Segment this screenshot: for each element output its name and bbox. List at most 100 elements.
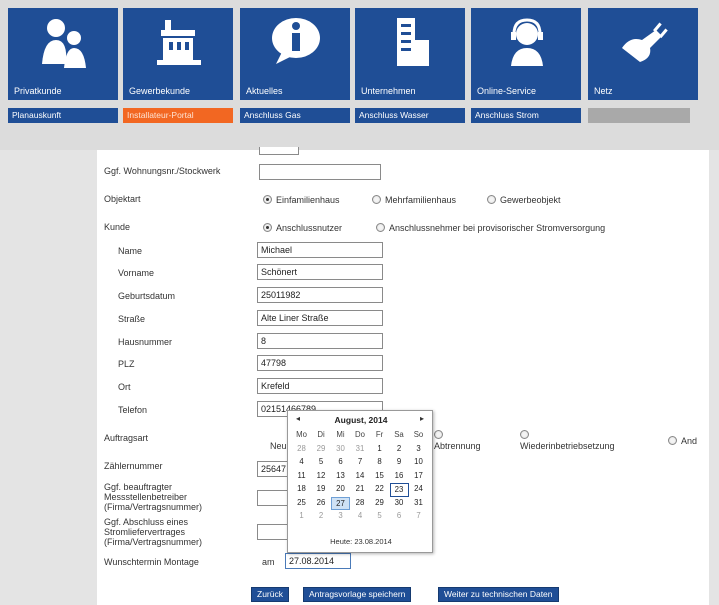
calendar-day[interactable]: 15: [370, 470, 389, 484]
calendar-day[interactable]: 17: [409, 470, 428, 484]
tab-planauskunft[interactable]: Planauskunft: [8, 108, 118, 123]
calendar-day[interactable]: 26: [312, 497, 331, 511]
save-draft-button[interactable]: Antragsvorlage speichern: [303, 587, 412, 602]
nav-tile-unternehmen[interactable]: Unternehmen: [355, 8, 465, 100]
nav-tile-label: Gewerbekunde: [129, 86, 191, 96]
calendar-day[interactable]: 30: [390, 497, 409, 511]
next-month-button[interactable]: ▸: [420, 414, 424, 423]
wohnung-input[interactable]: [259, 164, 381, 180]
objektart-label: Objektart: [104, 194, 141, 204]
objektart-option-label: Mehrfamilienhaus: [385, 195, 457, 205]
next-step-button[interactable]: Weiter zu technischen Daten: [438, 587, 559, 602]
calendar-day[interactable]: 23: [389, 483, 409, 497]
wunschtermin-input[interactable]: 27.08.2014: [285, 553, 351, 569]
calendar-day[interactable]: 3: [409, 443, 428, 457]
date-picker: ◂ August, 2014 ▸ Mo Di Mi Do Fr Sa So 28 29 30 31 1…: [287, 410, 433, 553]
calendar-day[interactable]: 10: [409, 456, 428, 470]
calendar-day[interactable]: 30: [331, 443, 350, 457]
calendar-day[interactable]: 31: [409, 497, 428, 511]
calendar-day[interactable]: 5: [312, 456, 331, 470]
calendar-day[interactable]: 7: [409, 510, 428, 524]
nav-tile-netz[interactable]: Netz: [588, 8, 698, 100]
plug-icon: [622, 22, 668, 62]
objektart-option-label: Einfamilienhaus: [276, 195, 340, 205]
wohnung-label: Ggf. Wohnungsnr./Stockwerk: [104, 166, 221, 176]
calendar-day[interactable]: 2: [312, 510, 331, 524]
calendar-day[interactable]: 28: [292, 443, 311, 457]
calendar-day[interactable]: 29: [312, 443, 331, 457]
tab-anschluss-strom[interactable]: Anschluss Strom: [471, 108, 581, 123]
auftragsart-option-andere: And: [681, 436, 698, 446]
calendar-day[interactable]: 4: [292, 456, 311, 470]
calendar-day[interactable]: 28: [351, 497, 370, 511]
calendar-day[interactable]: 13: [331, 470, 350, 484]
nav-tile-privatkunde[interactable]: Privatkunde: [8, 8, 118, 100]
calendar-day[interactable]: 1: [370, 443, 389, 457]
nav-tile-gewerbekunde[interactable]: Gewerbekunde: [123, 8, 233, 100]
calendar-day[interactable]: 9: [390, 456, 409, 470]
calendar-day[interactable]: 27: [331, 496, 350, 510]
calendar-day[interactable]: 18: [292, 483, 311, 497]
objektart-radio-einfamilienhaus[interactable]: [263, 195, 272, 204]
office-tower-icon: [397, 18, 429, 66]
calendar-day[interactable]: 14: [351, 470, 370, 484]
nav-tile-aktuelles[interactable]: Aktuelles: [240, 8, 350, 100]
calendar-day[interactable]: 20: [331, 483, 350, 497]
name-label: Name: [118, 246, 143, 256]
calendar-day[interactable]: 4: [351, 510, 370, 524]
objektart-radio-mehrfamilienhaus[interactable]: [372, 195, 381, 204]
kunde-label: Kunde: [104, 222, 131, 232]
tab-anschluss-wasser[interactable]: Anschluss Wasser: [355, 108, 465, 123]
strasse-input[interactable]: Alte Liner Straße: [257, 310, 383, 326]
previous-field[interactable]: [259, 147, 299, 155]
weekday-header: Di: [317, 430, 325, 439]
calendar-today-label[interactable]: Heute: 23.08.2014: [288, 537, 434, 546]
calendar-day[interactable]: 21: [351, 483, 370, 497]
auftragsart-radio-abtrennung[interactable]: [434, 430, 443, 439]
auftragsart-radio-wiederinbetriebsetzung[interactable]: [520, 430, 529, 439]
plz-input[interactable]: 47798: [257, 355, 383, 371]
calendar-day[interactable]: 24: [409, 483, 428, 497]
calendar-day[interactable]: 29: [370, 497, 389, 511]
calendar-day[interactable]: 31: [351, 443, 370, 457]
geburtsdatum-input[interactable]: 25011982: [257, 287, 383, 303]
ort-input[interactable]: Krefeld: [257, 378, 383, 394]
calendar-day[interactable]: 3: [331, 510, 350, 524]
nav-tile-label: Online-Service: [477, 86, 537, 96]
kunde-radio-anschlussnehmer[interactable]: [376, 223, 385, 232]
calendar-day[interactable]: 11: [292, 470, 311, 484]
calendar-day[interactable]: 1: [292, 510, 311, 524]
calendar-day[interactable]: 22: [370, 483, 389, 497]
calendar-day[interactable]: 6: [331, 456, 350, 470]
calendar-day[interactable]: 5: [370, 510, 389, 524]
calendar-day[interactable]: 8: [370, 456, 389, 470]
building-icon: [157, 20, 201, 65]
calendar-day[interactable]: 19: [312, 483, 331, 497]
calendar-day[interactable]: 12: [312, 470, 331, 484]
weekday-header: Mo: [296, 430, 307, 439]
tab-placeholder: [588, 108, 690, 123]
objektart-radio-gewerbeobjekt[interactable]: [487, 195, 496, 204]
headset-icon: [511, 18, 543, 66]
tab-anschluss-gas[interactable]: Anschluss Gas: [240, 108, 350, 123]
plz-label: PLZ: [118, 359, 135, 369]
calendar-day[interactable]: 16: [390, 470, 409, 484]
tab-installateur-portal[interactable]: Installateur-Portal: [123, 108, 233, 123]
back-button[interactable]: Zurück: [251, 587, 289, 602]
nav-tile-online-service[interactable]: Online-Service: [471, 8, 581, 100]
nav-tile-label: Netz: [594, 86, 613, 96]
objektart-option-label: Gewerbeobjekt: [500, 195, 561, 205]
weekday-header: So: [413, 430, 424, 439]
calendar-day[interactable]: 2: [390, 443, 409, 457]
calendar-day[interactable]: 7: [351, 456, 370, 470]
calendar-grid: Mo Di Mi Do Fr Sa So 28 29 30 31 1 2 3 4 5 6 7 8 9 10 11 12 13 1…: [292, 429, 430, 524]
auftragsart-radio-andere[interactable]: [668, 436, 677, 445]
vorname-input[interactable]: Schönert: [257, 264, 383, 280]
hausnummer-label: Hausnummer: [118, 337, 173, 347]
strasse-label: Straße: [118, 314, 146, 324]
hausnummer-input[interactable]: 8: [257, 333, 383, 349]
kunde-radio-anschlussnutzer[interactable]: [263, 223, 272, 232]
calendar-day[interactable]: 25: [292, 497, 311, 511]
name-input[interactable]: Michael: [257, 242, 383, 258]
calendar-day[interactable]: 6: [390, 510, 409, 524]
